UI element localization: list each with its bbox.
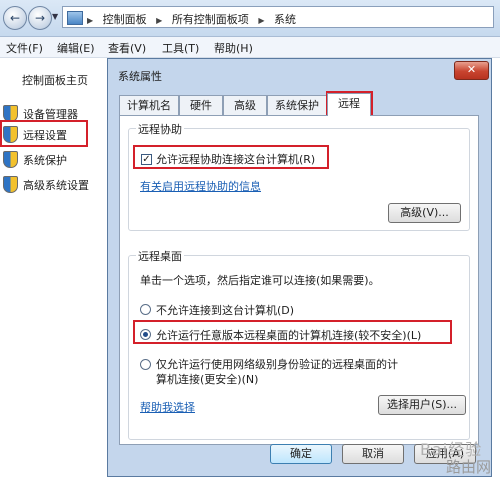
dont-allow-connections-radio[interactable] (140, 304, 151, 315)
tab-hardware[interactable]: 硬件 (179, 95, 223, 115)
allow-any-version-label: 允许运行任意版本远程桌面的计算机连接(较不安全)(L) (156, 329, 422, 342)
control-panel-home-link[interactable]: 控制面板主页 (22, 72, 88, 88)
remote-desktop-instruction: 单击一个选项，然后指定谁可以连接(如果需要)。 (140, 274, 380, 287)
sidebar-item-system-protection[interactable]: 系统保护 (0, 149, 106, 169)
allow-any-version-radio[interactable] (140, 329, 151, 340)
sidebar-item-label: 系统保护 (23, 154, 67, 167)
sidebar-item-label: 设备管理器 (23, 108, 78, 121)
sidebar-item-label: 远程设置 (23, 129, 67, 142)
menu-edit[interactable]: 编辑(E) (57, 40, 95, 56)
shield-icon (3, 176, 18, 193)
task-panel: 控制面板主页 设备管理器 远程设置 系统保护 高级系统设置 (0, 58, 106, 477)
menu-tools[interactable]: 工具(T) (162, 40, 199, 56)
menu-view[interactable]: 查看(V) (108, 40, 146, 56)
cancel-button[interactable]: 取消 (342, 444, 404, 464)
tab-system-protection[interactable]: 系统保护 (267, 95, 327, 115)
allow-remote-assistance-label: 允许远程协助连接这台计算机(R) (156, 153, 316, 166)
menu-file[interactable]: 文件(F) (6, 40, 43, 56)
select-users-button[interactable]: 选择用户(S)... (378, 395, 466, 415)
sidebar-item-advanced-system-settings[interactable]: 高级系统设置 (0, 174, 106, 194)
address-bar[interactable]: ▶ 控制面板 ▶ 所有控制面板项 ▶ 系统 (62, 6, 494, 28)
breadcrumb-item[interactable]: 系统 (274, 13, 296, 26)
tab-advanced[interactable]: 高级 (223, 95, 267, 115)
breadcrumb-item[interactable]: 控制面板 (103, 13, 147, 26)
sidebar-item-label: 高级系统设置 (23, 179, 89, 192)
breadcrumb: ▶ 控制面板 ▶ 所有控制面板项 ▶ 系统 (87, 11, 302, 27)
menu-help[interactable]: 帮助(H) (214, 40, 253, 56)
remote-assistance-info-link[interactable]: 有关启用远程协助的信息 (140, 178, 261, 194)
breadcrumb-arrow-icon[interactable]: ▶ (258, 16, 264, 25)
remote-assistance-title: 远程协助 (136, 121, 184, 137)
tab-computer-name[interactable]: 计算机名 (119, 95, 179, 115)
shield-icon (3, 126, 18, 143)
dont-allow-connections-label: 不允许连接到这台计算机(D) (156, 304, 295, 317)
remote-tab-panel: 远程协助 ✓ 允许远程协助连接这台计算机(R) 有关启用远程协助的信息 高级(V… (119, 115, 479, 445)
breadcrumb-item[interactable]: 所有控制面板项 (172, 13, 249, 26)
shield-icon (3, 151, 18, 168)
back-button[interactable]: ← (3, 6, 27, 30)
watermark-site: 路由网 (446, 458, 492, 476)
breadcrumb-arrow-icon[interactable]: ▶ (87, 16, 93, 25)
breadcrumb-arrow-icon[interactable]: ▶ (156, 16, 162, 25)
recent-pages-dropdown-icon[interactable]: ▼ (52, 12, 58, 21)
sidebar-item-remote-settings[interactable]: 远程设置 (0, 124, 106, 144)
forward-button[interactable]: → (28, 6, 52, 30)
sidebar-item-device-manager[interactable]: 设备管理器 (0, 103, 106, 123)
system-properties-dialog: 系统属性 ✕ 计算机名 硬件 高级 系统保护 远程 远程协助 ✓ 允许远程协助连… (107, 58, 492, 477)
nla-only-radio[interactable] (140, 359, 151, 370)
close-button[interactable]: ✕ (454, 61, 489, 80)
allow-remote-assistance-checkbox[interactable]: ✓ (141, 154, 152, 165)
advanced-button[interactable]: 高级(V)... (388, 203, 461, 223)
remote-desktop-title: 远程桌面 (136, 248, 184, 264)
navigation-bar: ← → ▼ ▶ 控制面板 ▶ 所有控制面板项 ▶ 系统 (0, 0, 500, 37)
control-panel-icon (67, 11, 83, 25)
tab-remote[interactable]: 远程 (327, 93, 371, 116)
nla-only-label: 仅允许运行使用网络级别身份验证的远程桌面的计算机连接(更安全)(N) (156, 358, 398, 386)
dialog-title: 系统属性 (118, 70, 162, 83)
menu-bar: 文件(F) 编辑(E) 查看(V) 工具(T) 帮助(H) (0, 37, 500, 58)
shield-icon (3, 105, 18, 122)
ok-button[interactable]: 确定 (270, 444, 332, 464)
help-me-choose-link[interactable]: 帮助我选择 (140, 399, 195, 415)
